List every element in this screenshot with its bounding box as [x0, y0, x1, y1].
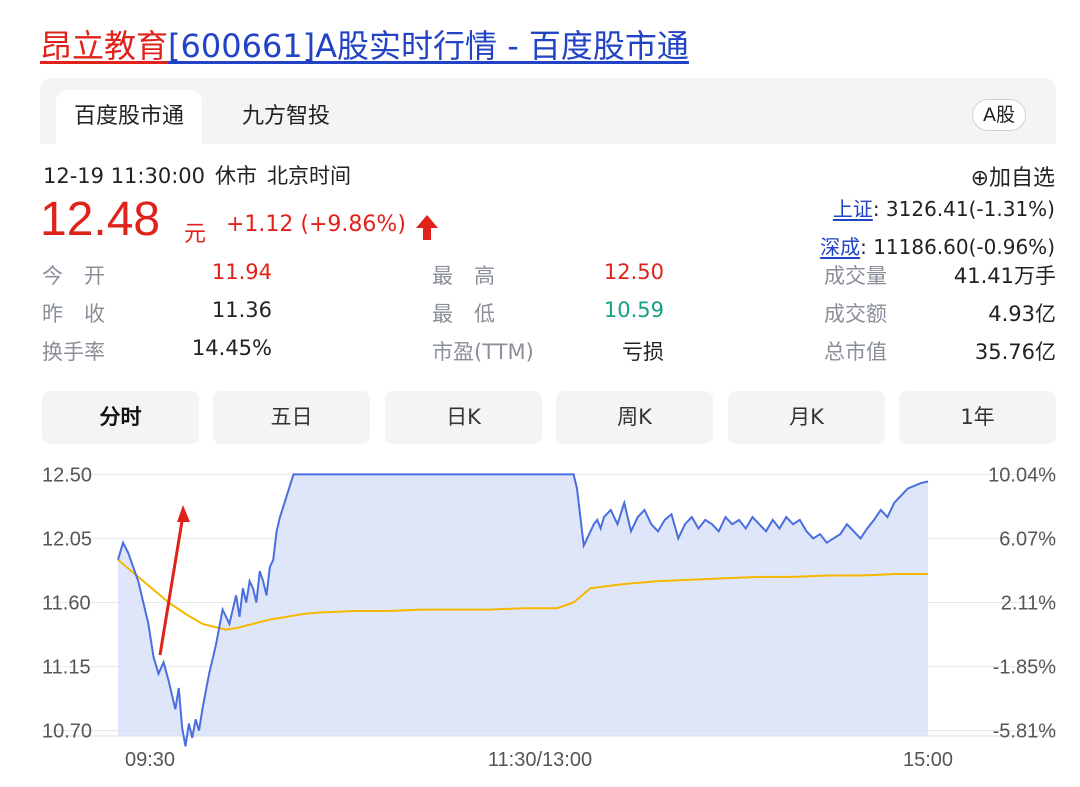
add-watchlist-button[interactable]: ⊕加自选	[971, 160, 1055, 192]
y-axis-right: 10.04% 6.07% 2.11% -1.85% -5.81%	[988, 464, 1056, 742]
stat-amount-value: 4.93亿	[988, 302, 1056, 326]
period-daily-k-button[interactable]: 日K	[385, 391, 542, 444]
period-1year-button[interactable]: 1年	[899, 391, 1056, 444]
price-unit: 元	[184, 222, 207, 247]
stat-market-cap-label: 总市值	[824, 340, 887, 364]
market-status: 12-19 11:30:00 休市 北京时间	[43, 160, 361, 190]
price-change: +1.12 (+9.86%)	[226, 212, 406, 237]
y-tick-label-right: 6.07%	[999, 528, 1056, 550]
intraday-chart[interactable]: 12.50 12.05 11.60 11.15 10.70 10.04% 6.07% 2.1…	[0, 450, 1080, 787]
stat-open-label: 今 开	[42, 264, 105, 288]
stat-low-label: 最 低	[432, 302, 495, 326]
market-badge: A股	[972, 99, 1026, 131]
stat-high-label: 最 高	[432, 264, 495, 288]
x-tick-label: 15:00	[903, 749, 953, 771]
y-tick-label-left: 12.05	[42, 528, 92, 550]
y-axis-left: 12.50 12.05 11.60 11.15 10.70	[42, 464, 92, 742]
stat-market-cap-value: 35.76亿	[974, 340, 1056, 364]
quote-datetime: 12-19 11:30:00	[43, 164, 206, 188]
market-state: 休市	[215, 164, 258, 188]
y-tick-label-right: 10.04%	[988, 464, 1056, 486]
stat-open-value: 11.94	[211, 260, 272, 284]
stat-low-value: 10.59	[603, 298, 664, 322]
index-shanghai[interactable]: 上证: 3126.41(-1.31%)	[833, 193, 1055, 222]
x-tick-label: 09:30	[125, 749, 175, 771]
period-monthly-k-button[interactable]: 月K	[728, 391, 885, 444]
stat-volume-value: 41.41万手	[953, 264, 1056, 288]
period-weekly-k-button[interactable]: 周K	[556, 391, 713, 444]
period-5day-button[interactable]: 五日	[213, 391, 370, 444]
index-name[interactable]: 上证	[833, 197, 873, 221]
stat-pe-label: 市盈(TTM)	[432, 340, 534, 364]
stat-amount-label: 成交额	[824, 302, 887, 326]
y-tick-label-left: 11.60	[42, 593, 91, 615]
stat-pe-value: 亏损	[622, 340, 664, 364]
index-shenzhen[interactable]: 深成: 11186.60(-0.96%)	[820, 231, 1055, 260]
stat-turnover-label: 换手率	[42, 340, 105, 364]
stock-name-link[interactable]: 昂立教育	[40, 27, 168, 65]
index-value: : 11186.60(-0.96%)	[860, 235, 1055, 259]
timezone-label: 北京时间	[267, 164, 352, 188]
page-title[interactable]: 昂立教育[600661]A股实时行情 - 百度股市通	[40, 22, 689, 70]
tab-baidu-gushitong[interactable]: 百度股市通	[56, 90, 202, 144]
tab-jiufang-zhitou[interactable]: 九方智投	[226, 90, 346, 144]
y-tick-label-left: 12.50	[42, 464, 92, 486]
current-price: 12.48	[40, 193, 161, 246]
title-link[interactable]: [600661]A股实时行情 - 百度股市通	[168, 27, 689, 65]
index-value: : 3126.41(-1.31%)	[872, 197, 1055, 221]
y-tick-label-left: 11.15	[42, 657, 91, 679]
stat-volume-label: 成交量	[824, 264, 887, 288]
source-tabbar: 百度股市通 九方智投 A股	[40, 78, 1056, 144]
x-axis: 09:30 11:30/13:00 15:00	[125, 749, 953, 771]
y-tick-label-right: -5.81%	[993, 721, 1057, 743]
period-intraday-button[interactable]: 分时	[42, 391, 199, 444]
x-tick-label: 11:30/13:00	[488, 749, 592, 771]
stat-high-value: 12.50	[603, 260, 664, 284]
index-name[interactable]: 深成	[820, 235, 860, 259]
trend-annotation-arrow	[158, 505, 190, 656]
y-tick-label-right: 2.11%	[1001, 593, 1056, 615]
stat-prev-close-value: 11.36	[211, 298, 272, 322]
y-tick-label-right: -1.85%	[993, 657, 1057, 679]
stat-prev-close-label: 昨 收	[42, 302, 105, 326]
arrow-up-icon	[416, 215, 438, 240]
stat-turnover-value: 14.45%	[191, 336, 272, 360]
y-tick-label-left: 10.70	[42, 721, 92, 743]
